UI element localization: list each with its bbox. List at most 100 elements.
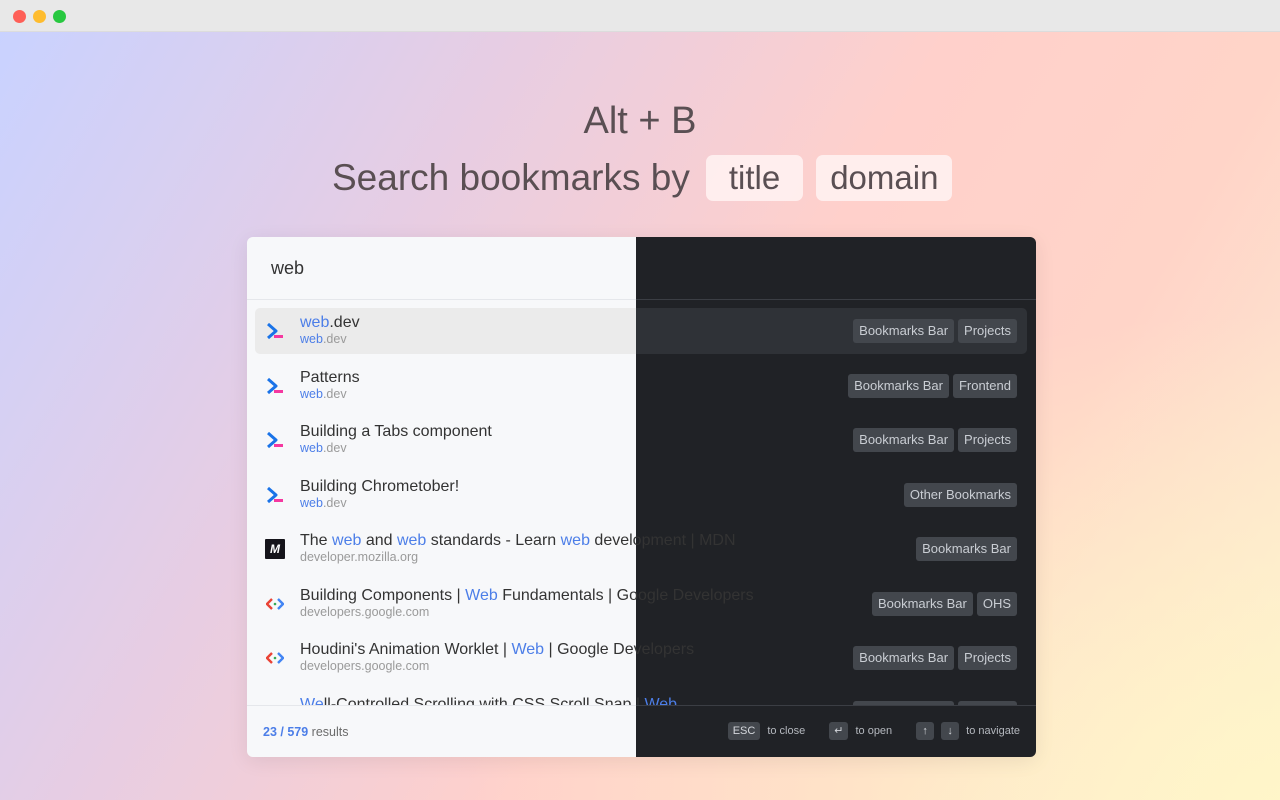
domain-text: .dev	[322, 441, 347, 455]
match-highlight: web	[300, 495, 323, 510]
folder-tag: Bookmarks Bar	[848, 373, 949, 398]
domain-text: .dev	[322, 386, 347, 401]
result-title: web.dev	[300, 314, 360, 332]
arrow-up-icon: ↑	[916, 722, 935, 740]
result-row[interactable]: Houdini's Animation Worklet | Web | Goog…	[255, 635, 1027, 681]
bookmark-search-panel: web.devweb.devBookmarks BarProjectsPatte…	[247, 237, 1036, 757]
result-row[interactable]: Well-Controlled Scrolling with CSS Scrol…	[255, 690, 1027, 706]
result-count-number: 23 / 579	[263, 725, 309, 739]
match-highlight: web	[560, 532, 590, 549]
enter-key-icon: ↵	[829, 722, 849, 740]
folder-tags: Other Bookmarks	[903, 482, 1017, 507]
result-row[interactable]: M The web and web standards - Learn web d…	[255, 526, 1027, 572]
title-text: standards - Learn	[426, 532, 561, 549]
match-highlight: Web	[644, 695, 678, 706]
folder-tags: Bookmarks Bar OHS	[871, 591, 1017, 616]
title-text: development | MDN	[589, 532, 736, 549]
hero-subtitle-line: Search bookmarks by title domain	[332, 154, 953, 202]
close-window-button[interactable]	[13, 10, 26, 23]
zoom-window-button[interactable]	[53, 10, 66, 23]
google-developers-icon	[265, 594, 285, 614]
result-count: 23 / 579 results	[263, 725, 348, 739]
folder-tag: Frontend	[952, 373, 1017, 398]
domain-text: .dev	[322, 495, 347, 510]
folder-tag: Bookmarks Bar	[853, 319, 955, 343]
divider	[247, 705, 636, 706]
title-text: ll-Controlled Scrolling with CSS Scroll …	[323, 695, 645, 706]
title-text: Building a Tabs component	[300, 423, 492, 440]
window-titlebar	[0, 0, 1280, 32]
folder-tag: Projects	[958, 319, 1017, 343]
hero-subtitle: Search bookmarks by	[332, 157, 690, 198]
title-text: | Google Developers	[544, 641, 695, 658]
result-domain: web.dev	[300, 441, 347, 455]
domain-text: .dev	[322, 332, 347, 346]
result-row[interactable]: web.dev web.dev Bookmarks Bar Projects	[255, 308, 1027, 354]
folder-tag: Other Bookmarks	[903, 482, 1017, 507]
match-highlight: web	[300, 332, 323, 346]
result-row[interactable]: Building Components | Web Fundamentals |…	[255, 581, 1027, 627]
folder-tag: Projects	[958, 646, 1017, 670]
match-highlight: Web	[511, 641, 545, 658]
enter-hint-label: to open	[855, 725, 893, 737]
result-title: Building Components | Web Fundamentals |…	[300, 587, 754, 605]
result-title: Houdini's Animation Worklet | Web | Goog…	[300, 641, 694, 659]
esc-hint-label: to close	[767, 725, 806, 737]
result-domain: web.dev	[300, 387, 347, 401]
folder-tag: Bookmarks Bar	[853, 428, 955, 452]
webdev-icon	[265, 430, 285, 450]
mdn-icon: M	[265, 539, 285, 559]
result-title: Building a Tabs component	[300, 423, 492, 441]
match-highlight: web	[300, 441, 323, 455]
folder-tags: Bookmarks Bar	[916, 537, 1017, 561]
esc-key: ESC	[727, 722, 761, 740]
folder-tags: Bookmarks BarProjects	[853, 428, 1017, 452]
folder-tags: Bookmarks BarProjects	[853, 646, 1017, 670]
result-title: Patterns	[300, 369, 360, 387]
title-text: Building Components |	[300, 586, 466, 604]
folder-tag: Bookmarks Bar	[916, 537, 1017, 561]
domain-text: developers.google.com	[300, 659, 430, 673]
folder-tags: Bookmarks Bar Frontend	[848, 373, 1017, 398]
title-text: Building Chrometober!	[300, 477, 460, 495]
title-chip: title	[705, 155, 804, 201]
title-text: The	[300, 532, 333, 549]
match-highlight: Web	[465, 586, 498, 604]
folder-tag: Bookmarks Bar	[853, 646, 955, 670]
title-text: Fundamentals | Google Developers	[497, 586, 754, 604]
keyboard-hints: ESC to close ↵ to open ↑ ↓ to navigate	[727, 722, 1020, 740]
title-text: Patterns	[300, 368, 360, 386]
arrow-down-icon: ↓	[941, 722, 960, 740]
result-domain: developer.mozilla.org	[300, 550, 418, 564]
minimize-window-button[interactable]	[33, 10, 46, 23]
folder-tag: Projects	[958, 428, 1017, 452]
result-domain: web.dev	[300, 496, 347, 510]
result-title: Building Chrometober!	[300, 478, 459, 496]
match-highlight: web	[300, 386, 323, 401]
webdev-icon	[265, 376, 285, 396]
hero-shortcut: Alt + B	[583, 100, 697, 142]
divider	[636, 705, 1036, 706]
domain-text: developers.google.com	[300, 604, 430, 619]
domain-text: developer.mozilla.org	[300, 550, 419, 564]
folder-tag: Bookmarks Bar	[871, 591, 973, 616]
folder-tag: OHS	[976, 591, 1017, 616]
result-title: The web and web standards - Learn web de…	[300, 532, 736, 550]
result-row[interactable]: Building Chrometober! web.dev Other Bookma…	[255, 472, 1027, 518]
result-title: Well-Controlled Scrolling with CSS Scrol…	[300, 696, 677, 706]
webdev-icon	[265, 321, 285, 341]
match-highlight: We	[300, 695, 324, 706]
google-developers-icon	[265, 648, 285, 668]
match-highlight: web	[396, 532, 427, 549]
result-domain: web.dev	[300, 332, 347, 346]
search-input[interactable]	[247, 237, 636, 300]
navigate-hint-label: to navigate	[966, 725, 1020, 737]
folder-tags: Bookmarks BarProjects	[853, 319, 1017, 343]
result-row[interactable]: Patterns web.dev Bookmarks Bar Frontend	[255, 363, 1027, 409]
title-text: Houdini's Animation Worklet |	[300, 641, 512, 658]
match-highlight: web	[300, 314, 330, 331]
result-row[interactable]: Building a Tabs component web.dev Bookmark…	[255, 417, 1027, 463]
domain-chip: domain	[816, 155, 953, 201]
result-domain: developers.google.com	[300, 605, 429, 619]
gradient-background: Alt + B Search bookmarks by title domain…	[0, 32, 1280, 800]
